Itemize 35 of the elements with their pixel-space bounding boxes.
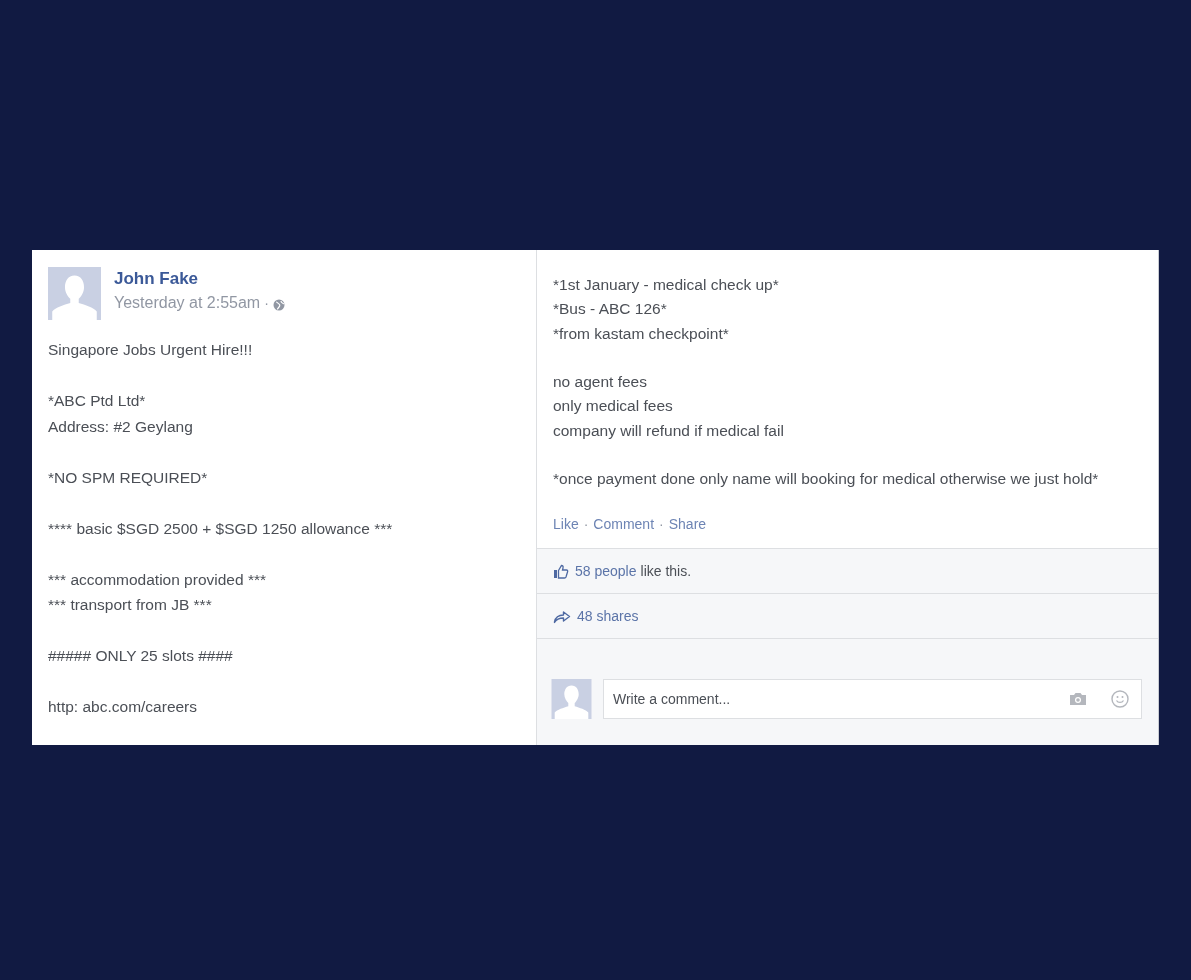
- globe-icon: [272, 298, 285, 311]
- post-text: company will refund if medical fail: [553, 420, 785, 441]
- post-text: no agent fees: [553, 372, 648, 393]
- post-text: *1st January - medical check up*: [553, 275, 780, 295]
- action-link[interactable]: Like: [553, 515, 579, 532]
- separator-dot: ·: [583, 515, 589, 532]
- avatar-icon: [48, 267, 101, 320]
- likes-text: like this.: [640, 562, 692, 579]
- post-text: ##### ONLY 25 slots ####: [48, 646, 233, 666]
- post-text: *from kastam checkpoint*: [553, 323, 730, 344]
- camera-icon[interactable]: [1069, 691, 1087, 706]
- post-text: *Bus - ABC 126*: [553, 299, 668, 320]
- comment-input[interactable]: Write a comment...: [611, 689, 1045, 708]
- action-link[interactable]: Share: [668, 515, 707, 532]
- smiley-icon[interactable]: [1111, 689, 1129, 708]
- separator-dot: ·: [264, 295, 269, 311]
- avatar-icon: [551, 678, 592, 719]
- post-text: *** transport from JB ***: [48, 595, 212, 615]
- likes-link[interactable]: 58 people: [575, 562, 637, 579]
- post-text: Address: #2 Geylang: [48, 416, 193, 437]
- post-text: *NO SPM REQUIRED*: [48, 467, 208, 488]
- post-timestamp[interactable]: Yesterday at 2:55am: [114, 294, 261, 312]
- post-text: only medical fees: [553, 396, 674, 417]
- post-text: *ABC Ptd Ltd*: [48, 391, 146, 411]
- post-text: *** accommodation provided ***: [48, 569, 266, 590]
- shares-link[interactable]: 48 shares: [577, 607, 639, 624]
- separator-dot: ·: [659, 515, 664, 532]
- post-text: *once payment done only name will booking for medical otherwise we just hold*: [553, 469, 1100, 490]
- post-text: **** basic $SGD 2500 + $SGD 1250 allowance ***: [48, 518, 393, 539]
- comment-field[interactable]: Write a comment...: [603, 678, 1142, 719]
- thumbs-up-icon: [553, 562, 569, 579]
- author-name[interactable]: John Fake: [114, 269, 199, 289]
- action-link[interactable]: Comment: [593, 515, 655, 532]
- post-text: Singapore Jobs Urgent Hire!!!: [48, 340, 253, 360]
- post-text: http: abc.com/careers: [48, 697, 198, 717]
